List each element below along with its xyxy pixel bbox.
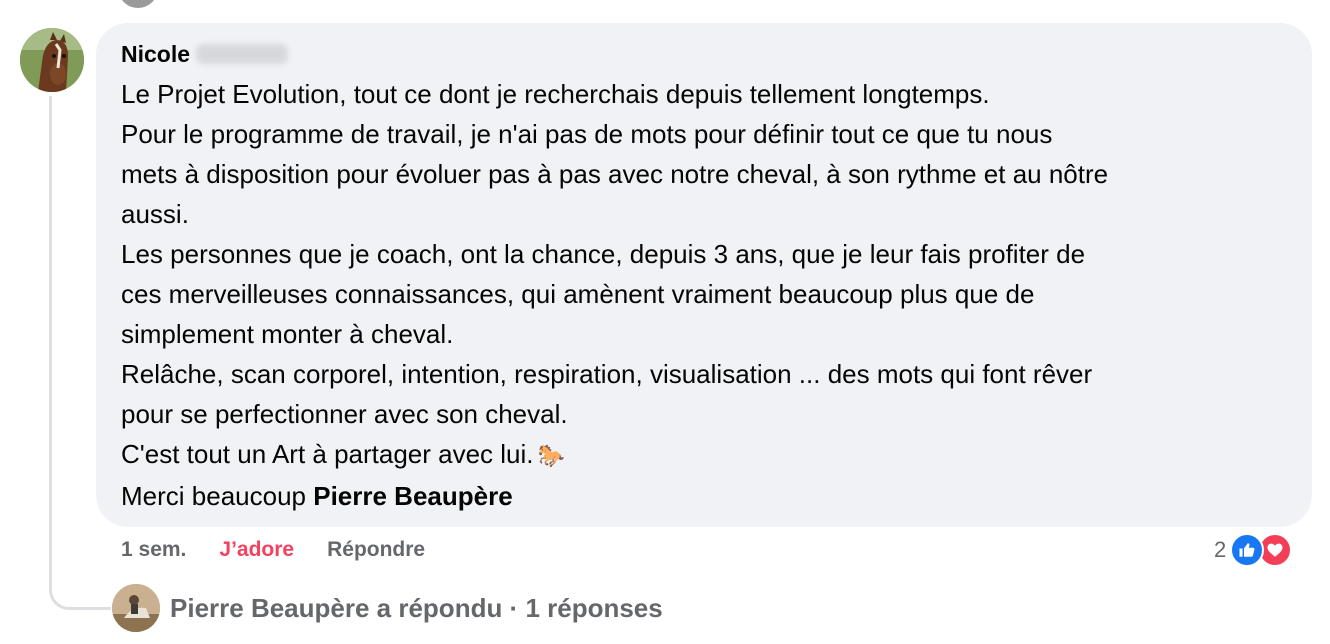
comment-line: ces merveilleuses connaissances, qui amè… xyxy=(121,279,1035,309)
comment-line: aussi. xyxy=(121,199,189,229)
reaction-count: 2 xyxy=(1214,537,1227,562)
comment-line: simplement monter à cheval. xyxy=(121,319,454,349)
thanks-text: Merci beaucoup xyxy=(121,481,314,511)
previous-comment-avatar[interactable] xyxy=(118,0,158,8)
view-replies-link[interactable]: Pierre Beaupère a répondu · 1 réponses xyxy=(112,584,663,632)
comment-line: pour se perfectionner avec son cheval. xyxy=(121,399,568,429)
reply-author-avatar xyxy=(112,584,160,632)
comment-text: Le Projet Evolution, tout ce dont je rec… xyxy=(121,74,1288,516)
reply-button[interactable]: Répondre xyxy=(327,538,425,562)
like-icon xyxy=(1230,533,1265,567)
horse-avatar-image xyxy=(20,28,84,92)
reply-summary-text: Pierre Beaupère a répondu · 1 réponses xyxy=(170,592,663,623)
horse-emoji-icon: 🐎 xyxy=(537,443,565,468)
comment-line: Les personnes que je coach, ont la chanc… xyxy=(121,239,1086,269)
avatar[interactable] xyxy=(20,28,84,92)
comment-line: mets à disposition pour évoluer pas à pa… xyxy=(121,159,1109,189)
comment-thread: Nicole Le Projet Evolution, tout ce dont… xyxy=(0,0,1330,644)
love-reaction-button[interactable]: J’adore xyxy=(219,538,294,562)
comment-bubble: Nicole Le Projet Evolution, tout ce dont… xyxy=(96,23,1312,527)
comment-line-thanks: Merci beaucoup Pierre Beaupère xyxy=(121,476,1288,516)
author-name[interactable]: Nicole xyxy=(121,41,190,68)
rider-avatar-image xyxy=(112,584,160,632)
comment-line: Relâche, scan corporel, intention, respi… xyxy=(121,359,1093,389)
blurred-surname xyxy=(196,44,289,64)
comment-line: Pour le programme de travail, je n'ai pa… xyxy=(121,119,1053,149)
author-row: Nicole xyxy=(121,39,1288,69)
timestamp-link[interactable]: 1 sem. xyxy=(121,538,186,562)
art-text: C'est tout un Art à partager avec lui. xyxy=(121,439,534,469)
comment-line: Le Projet Evolution, tout ce dont je rec… xyxy=(121,79,990,109)
comment-line-art: C'est tout un Art à partager avec lui. 🐎 xyxy=(121,434,1288,476)
mention-link[interactable]: Pierre Beaupère xyxy=(313,481,512,511)
comment-actions: 1 sem. J’adore Répondre xyxy=(121,538,425,562)
reaction-summary[interactable]: 2 xyxy=(1214,533,1293,567)
